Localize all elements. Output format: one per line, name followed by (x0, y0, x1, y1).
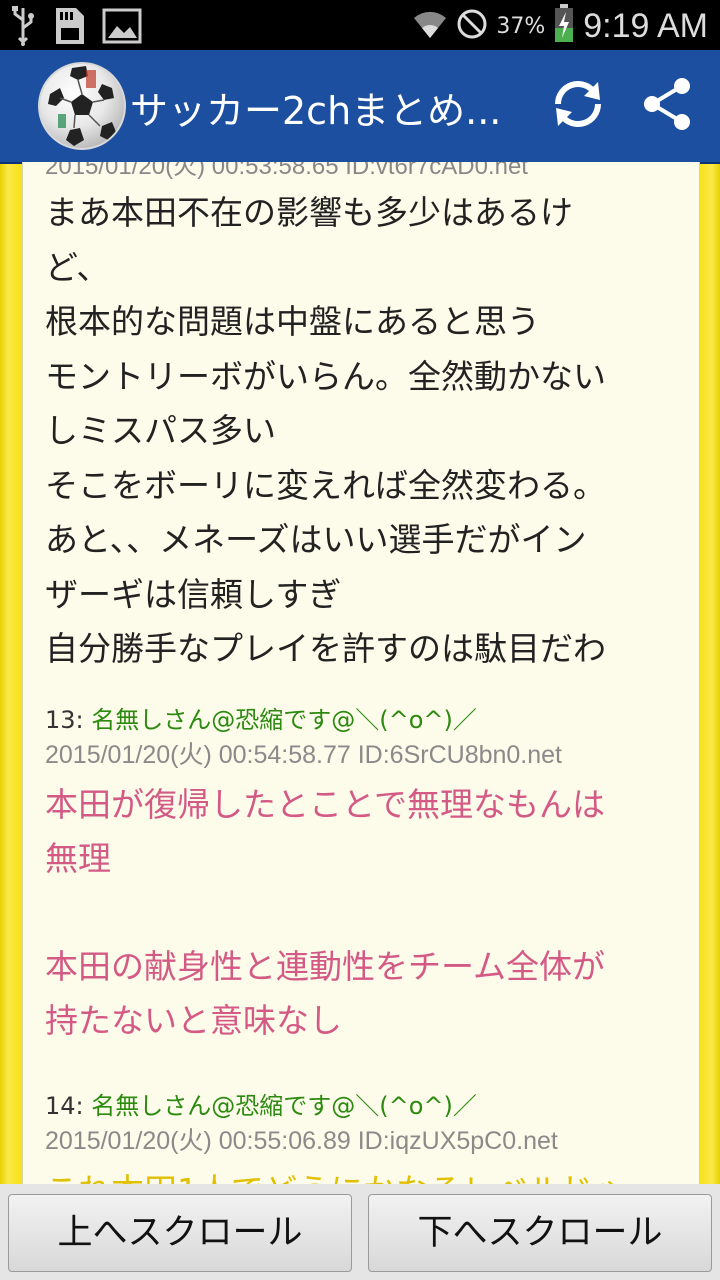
post-number: 13: (45, 706, 84, 734)
app-title: サッカー2chまとめ... (130, 89, 502, 133)
post-body: まあ本田不在の影響も多少はあるけ ど、 根本的な問題は中盤にあると思う モントリ… (45, 193, 606, 668)
post-meta-clipped: 2015/01/20(火) 00:53:58.65 ID:vt6r7cAD0.n… (45, 162, 528, 180)
share-icon (644, 78, 690, 130)
post-number: 14: (45, 1092, 84, 1120)
post-header: 14: 名無しさん@恐縮です@＼(^o^)／ (45, 1088, 685, 1124)
refresh-icon (555, 81, 601, 127)
sd-card-icon (52, 6, 86, 50)
do-not-disturb-icon (456, 8, 488, 44)
usb-icon (10, 6, 36, 50)
scroll-up-button[interactable]: 上へスクロール (8, 1194, 352, 1272)
post-author-name: 名無しさん@恐縮です@＼(^o^)／ (91, 706, 477, 734)
image-icon (102, 8, 142, 48)
share-button[interactable] (640, 76, 696, 132)
battery-percent: 37% (496, 13, 546, 39)
post-13: 13: 名無しさん@恐縮です@＼(^o^)／ 2015/01/20(火) 00:… (45, 702, 685, 1048)
soccer-ball-logo[interactable] (38, 62, 126, 150)
wifi-icon (412, 6, 448, 46)
battery-charging-icon (553, 4, 575, 48)
post-header: 13: 名無しさん@恐縮です@＼(^o^)／ (45, 702, 685, 738)
post-meta: 2015/01/20(火) 00:55:06.89 ID:iqzUX5pC0.n… (45, 1127, 558, 1155)
post-text: これ本田1人でどうにかなるレベルじゃ (45, 1164, 685, 1184)
post-text: 本田が復帰したとことで無理なもんは 無理 本田の献身性と連動性をチーム全体が 持… (45, 785, 606, 1040)
status-bar: 37% 9:19 AM (0, 0, 720, 50)
thread-content[interactable]: 2015/01/20(火) 00:53:58.65 ID:vt6r7cAD0.n… (22, 162, 700, 1184)
bottom-bar: 上へスクロール 下へスクロール (0, 1184, 720, 1280)
post-meta: 2015/01/20(火) 00:54:58.77 ID:6SrCU8bn0.n… (45, 741, 563, 769)
post-author-name: 名無しさん@恐縮です@＼(^o^)／ (91, 1092, 477, 1120)
action-bar: サッカー2chまとめ... (0, 50, 720, 164)
scroll-down-button[interactable]: 下へスクロール (368, 1194, 712, 1272)
post-14: 14: 名無しさん@恐縮です@＼(^o^)／ 2015/01/20(火) 00:… (45, 1088, 685, 1184)
refresh-button[interactable] (550, 76, 606, 132)
clock: 9:19 AM (583, 6, 708, 45)
